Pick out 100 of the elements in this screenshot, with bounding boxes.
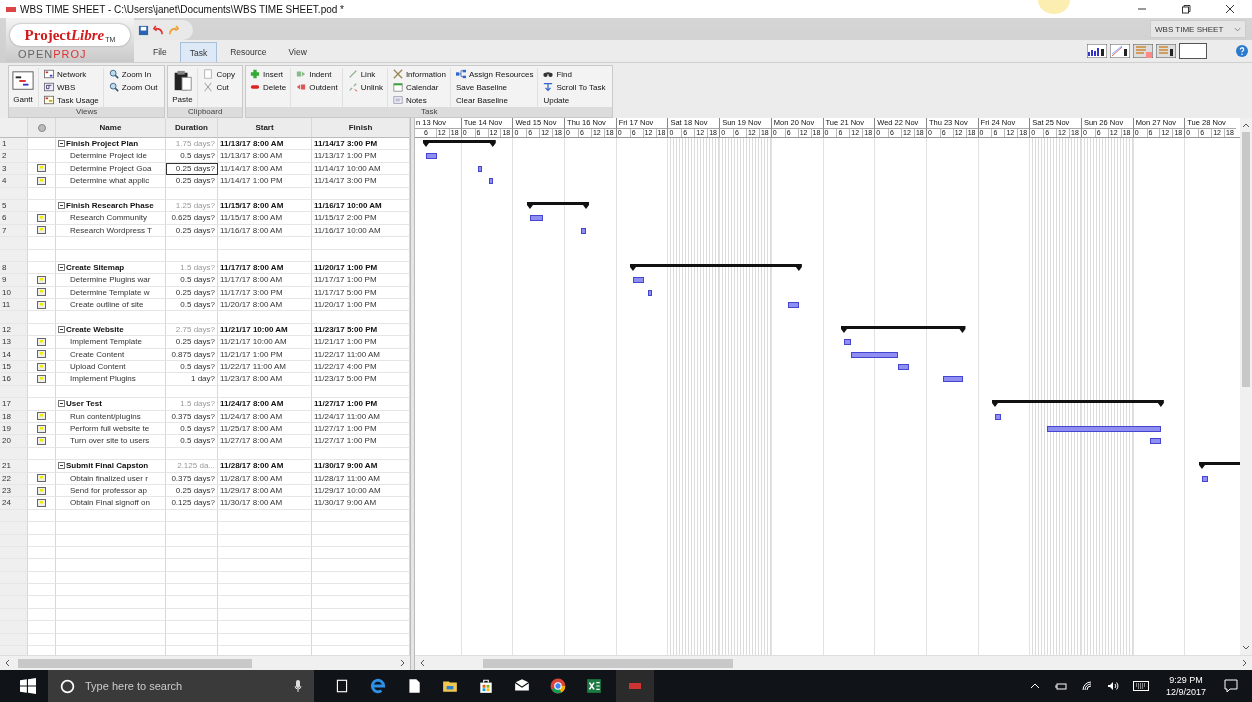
chevron-right-icon[interactable]: [399, 659, 405, 667]
task-bar[interactable]: [850, 351, 898, 358]
column-header[interactable]: Duration: [166, 118, 218, 138]
taskbar-app-button[interactable]: [616, 670, 654, 702]
ribbon-tab[interactable]: File: [144, 42, 176, 62]
chevron-down-icon[interactable]: [1242, 645, 1250, 651]
spreadsheet-icon[interactable]: [586, 678, 602, 694]
collapse-icon[interactable]: [58, 140, 65, 148]
notification-icon[interactable]: [1224, 679, 1238, 693]
collapse-icon[interactable]: [58, 400, 65, 408]
ribbon-button[interactable]: Network: [43, 68, 99, 80]
empty-cell: [166, 385, 218, 399]
ribbon-button[interactable]: Notes: [391, 94, 446, 106]
summary-bar[interactable]: [630, 263, 802, 271]
battery-icon[interactable]: [1054, 681, 1067, 691]
help-icon[interactable]: [1236, 45, 1248, 57]
keyboard-icon[interactable]: [1132, 681, 1149, 691]
ribbon-button[interactable]: Zoom Out: [107, 81, 158, 93]
task-bar[interactable]: [1150, 438, 1161, 445]
folder-icon[interactable]: [442, 678, 458, 694]
task-bar[interactable]: [648, 289, 653, 296]
ribbon-button[interactable]: Clear Baseline: [454, 94, 534, 106]
document-icon[interactable]: [406, 678, 422, 694]
ribbon-button[interactable]: Find: [542, 68, 606, 80]
ribbon-tab[interactable]: View: [279, 42, 316, 62]
column-header[interactable]: Finish: [312, 118, 410, 138]
ribbon-button[interactable]: Gantt: [12, 68, 34, 104]
chevron-left-icon[interactable]: [5, 659, 11, 667]
task-bar[interactable]: [426, 153, 437, 160]
ribbon-button[interactable]: WBS: [43, 81, 99, 93]
task-bar[interactable]: [788, 302, 799, 309]
summary-bar[interactable]: [526, 201, 589, 209]
clock[interactable]: 9:29 PM 12/9/2017: [1165, 674, 1206, 698]
ribbon-button[interactable]: Insert: [249, 68, 287, 80]
collapse-icon[interactable]: [58, 264, 65, 272]
summary-bar[interactable]: [991, 400, 1164, 408]
ribbon-tab[interactable]: Resource: [221, 42, 276, 62]
ribbon-button[interactable]: Scroll To Task: [542, 81, 606, 93]
row-number: 16: [0, 373, 28, 386]
ribbon-button[interactable]: Task Usage: [43, 94, 99, 106]
summary-bar[interactable]: [423, 140, 496, 147]
envelope-icon[interactable]: [514, 678, 530, 694]
summary-bar[interactable]: [841, 325, 966, 333]
circle-logo-icon[interactable]: [550, 678, 566, 694]
chevron-up-icon[interactable]: [1028, 681, 1041, 691]
windows-logo-icon[interactable]: [20, 678, 36, 694]
horizontal-scrollbar[interactable]: [415, 655, 1252, 670]
ribbon-button[interactable]: Delete: [249, 81, 287, 93]
task-bar[interactable]: [633, 277, 644, 284]
collapse-icon[interactable]: [58, 462, 65, 470]
column-header[interactable]: Name: [56, 118, 166, 138]
ribbon-button[interactable]: Indent: [295, 68, 338, 80]
task-bar[interactable]: [844, 339, 851, 346]
ribbon-button[interactable]: Zoom In: [107, 68, 158, 80]
ribbon-button[interactable]: Copy: [202, 68, 236, 80]
scrollbar-thumb[interactable]: [18, 658, 252, 668]
bar-chart-icon[interactable]: [1087, 44, 1107, 58]
ribbon-button[interactable]: Link: [346, 68, 383, 80]
task-bar[interactable]: [1201, 475, 1209, 482]
chevron-right-icon[interactable]: [1241, 659, 1247, 667]
document-dropdown[interactable]: WBS TIME SHEET: [1150, 20, 1246, 38]
empty-button[interactable]: [1179, 43, 1207, 59]
ribbon-button[interactable]: Update: [542, 94, 606, 106]
table-cell: 1 day?: [166, 373, 218, 386]
ribbon-button[interactable]: Outdent: [295, 81, 338, 93]
shopping-bag-icon[interactable]: [478, 678, 494, 694]
horizontal-scrollbar[interactable]: [0, 655, 410, 670]
task-bar[interactable]: [529, 215, 543, 222]
collapse-icon[interactable]: [58, 202, 65, 210]
ribbon-button[interactable]: Paste: [171, 68, 194, 104]
ribbon-button[interactable]: Calendar: [391, 81, 446, 93]
microphone-icon[interactable]: [294, 680, 302, 692]
collapse-icon[interactable]: [58, 326, 65, 334]
scrollbar-thumb[interactable]: [483, 658, 733, 668]
search-field[interactable]: Type here to search: [83, 679, 294, 693]
task-view-icon[interactable]: [334, 678, 350, 694]
search-bar[interactable]: Type here to search: [48, 670, 314, 702]
wifi-icon[interactable]: [1080, 681, 1093, 691]
task-bar[interactable]: [898, 364, 909, 371]
chevron-left-icon[interactable]: [420, 659, 426, 667]
task-bar[interactable]: [994, 413, 1002, 420]
task-bar[interactable]: [581, 227, 586, 234]
vertical-scrollbar[interactable]: [1240, 118, 1252, 655]
ribbon-button[interactable]: Unlink: [346, 81, 383, 93]
ribbon-button[interactable]: Assign Resources: [454, 68, 534, 80]
task-bar[interactable]: [477, 165, 483, 172]
column-header[interactable]: Start: [218, 118, 312, 138]
ribbon-button[interactable]: Save Baseline: [454, 81, 534, 93]
task-bar[interactable]: [943, 376, 963, 383]
undo-icon[interactable]: [153, 24, 164, 36]
ribbon-button[interactable]: Information: [391, 68, 446, 80]
scrollbar-thumb[interactable]: [1242, 132, 1250, 387]
line-chart-icon[interactable]: [1110, 44, 1130, 58]
ribbon-tab[interactable]: Task: [179, 42, 218, 62]
speaker-icon[interactable]: [1106, 681, 1119, 691]
browser-icon[interactable]: [370, 678, 386, 694]
chevron-up-icon[interactable]: [1242, 122, 1250, 128]
ribbon-button[interactable]: Cut: [202, 81, 236, 93]
task-bar[interactable]: [488, 178, 493, 185]
table-person-icon[interactable]: [1156, 44, 1176, 58]
